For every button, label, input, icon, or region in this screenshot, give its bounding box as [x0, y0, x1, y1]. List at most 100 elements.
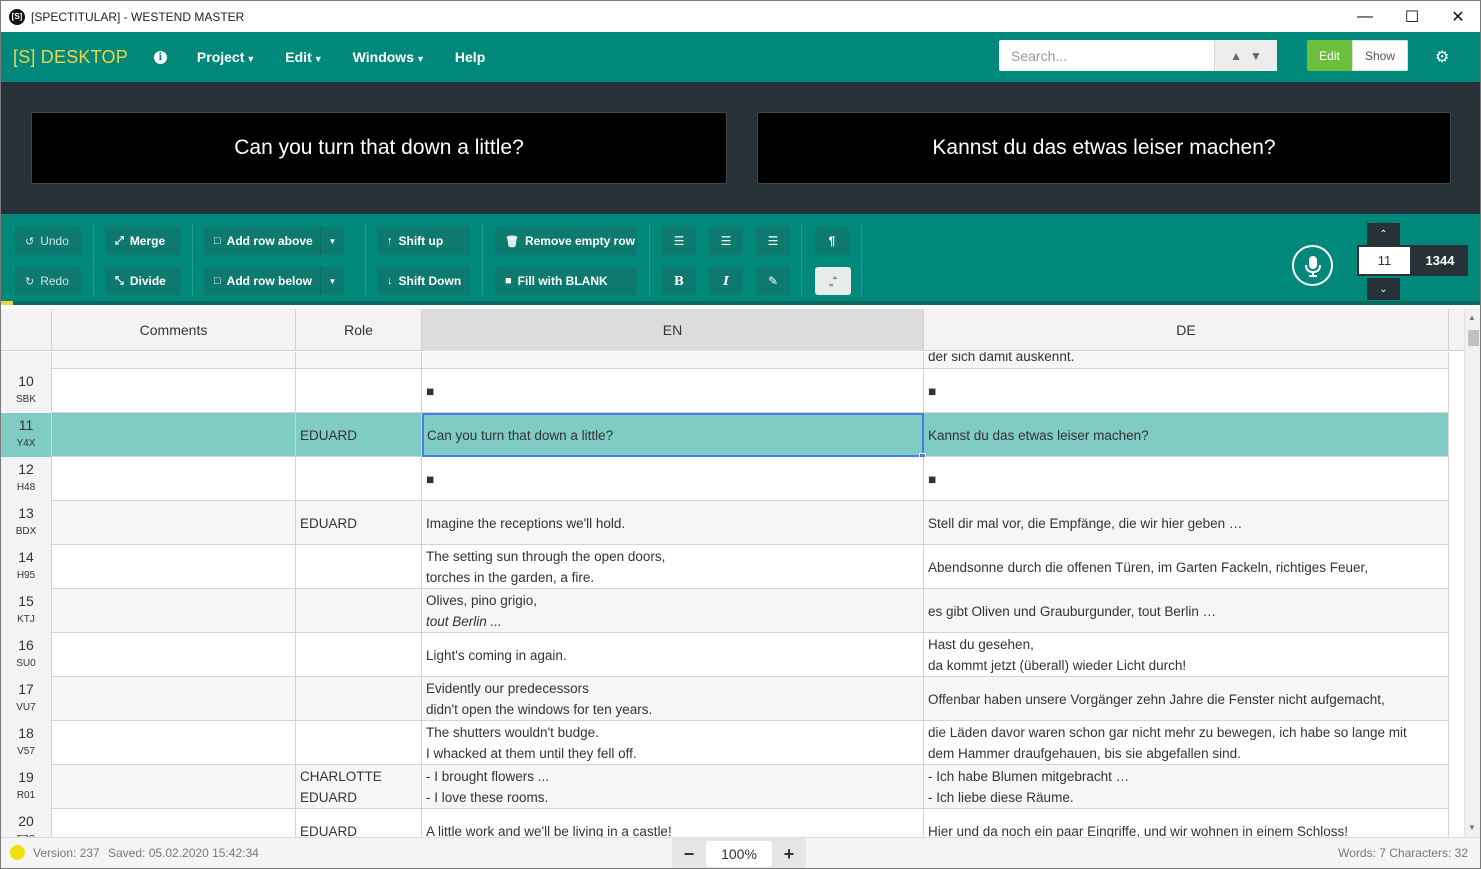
grid-scrollbar[interactable]: ▲ ▼: [1464, 309, 1480, 837]
table-row[interactable]: 19 R01 CHARLOTTE EDUARD - I brought flowers …: [1, 765, 1449, 809]
add-row-above-dropdown[interactable]: ▼: [320, 227, 344, 255]
zoom-value[interactable]: 100%: [706, 841, 772, 867]
de-cell[interactable]: ■: [924, 457, 1449, 501]
de-cell[interactable]: Kannst du das etwas leiser machen?: [924, 413, 1449, 457]
search-input[interactable]: [999, 40, 1214, 71]
menu-edit[interactable]: Edit ▼: [285, 49, 322, 65]
de-cell[interactable]: Stell dir mal vor, die Empfänge, die wir…: [924, 501, 1449, 545]
role-cell[interactable]: [296, 589, 422, 633]
de-cell[interactable]: der sich damit auskennt.: [924, 352, 1449, 369]
align-center-button[interactable]: ☰: [709, 227, 743, 255]
header-en[interactable]: EN: [422, 309, 924, 351]
role-cell[interactable]: [296, 369, 422, 413]
role-cell[interactable]: [296, 545, 422, 589]
undo-button[interactable]: ↺ Undo: [15, 227, 81, 255]
en-cell[interactable]: The shutters wouldn't budge. I whacked at…: [422, 721, 924, 765]
en-cell[interactable]: ■: [422, 369, 924, 413]
table-row[interactable]: 12 H48 ■ ■: [1, 457, 1449, 501]
table-row[interactable]: 11 Y4X EDUARD Can you turn that down a litt…: [1, 413, 1449, 460]
zoom-in-button[interactable]: +: [772, 838, 806, 868]
show-mode-button[interactable]: Show: [1352, 40, 1408, 71]
de-cell[interactable]: Abendsonne durch die offenen Türen, im G…: [924, 545, 1449, 589]
en-cell[interactable]: ■: [422, 457, 924, 501]
gear-icon[interactable]: ⚙: [1435, 47, 1449, 67]
comments-cell[interactable]: [52, 369, 296, 413]
table-row[interactable]: 13 BDX EDUARD Imagine the receptions we'll …: [1, 501, 1449, 545]
de-cell[interactable]: - Ich habe Blumen mitgebracht … - Ich lie…: [924, 765, 1449, 809]
minimize-icon[interactable]: —: [1342, 1, 1388, 32]
comments-cell[interactable]: [52, 721, 296, 765]
en-cell[interactable]: Olives, pino grigio, tout Berlin ...: [422, 589, 924, 633]
role-cell[interactable]: [296, 352, 422, 369]
table-row[interactable]: 10 SBK ■ ■: [1, 369, 1449, 413]
en-cell[interactable]: Light's coming in again.: [422, 633, 924, 677]
shift-down-button[interactable]: ↓ Shift Down: [377, 267, 470, 295]
edit-mode-button[interactable]: Edit: [1307, 40, 1352, 71]
en-cell[interactable]: - I brought flowers ... - I love these ro…: [422, 765, 924, 809]
table-row[interactable]: 18 V57 The shutters wouldn't budge. I whack…: [1, 721, 1449, 765]
quotes-button[interactable]: „“: [815, 267, 851, 295]
merge-button[interactable]: ⤢ Merge: [105, 227, 181, 255]
redo-button[interactable]: ↻ Redo: [15, 267, 81, 295]
role-cell[interactable]: [296, 677, 422, 721]
pencil-button[interactable]: ✎: [756, 267, 790, 295]
de-cell[interactable]: ■: [924, 369, 1449, 413]
maximize-icon[interactable]: ☐: [1389, 1, 1435, 32]
de-cell[interactable]: Hier und da noch ein paar Eingriffe, und…: [924, 809, 1449, 837]
add-row-above-button[interactable]: □ Add row above ▼: [204, 227, 344, 255]
comments-cell[interactable]: [52, 501, 296, 545]
table-row[interactable]: 14 H95 The setting sun through the open do…: [1, 545, 1449, 589]
table-row[interactable]: 15 KTJ Olives, pino grigio, tout Berlin ...…: [1, 589, 1449, 633]
menu-project[interactable]: Project ▼: [197, 49, 255, 65]
scroll-thumb[interactable]: [1468, 330, 1479, 346]
next-row-button[interactable]: ⌄: [1367, 278, 1400, 300]
microphone-button[interactable]: [1292, 245, 1333, 286]
role-cell[interactable]: [296, 721, 422, 765]
add-row-below-button[interactable]: □ Add row below ▼: [204, 267, 344, 295]
comments-cell[interactable]: [52, 809, 296, 837]
scroll-down-icon[interactable]: ▼: [1468, 823, 1476, 832]
bold-button[interactable]: B: [662, 267, 696, 295]
role-cell[interactable]: CHARLOTTE EDUARD: [296, 765, 422, 809]
remove-empty-row-button[interactable]: 🗑 Remove empty row: [495, 227, 637, 255]
comments-cell[interactable]: [52, 589, 296, 633]
brand-logo[interactable]: [S] DESKTOP: [13, 47, 128, 68]
en-cell[interactable]: Evidently our predecessors didn't open th…: [422, 677, 924, 721]
en-cell[interactable]: Can you turn that down a little?: [422, 413, 924, 457]
en-cell[interactable]: A little work and we'll be living in a c…: [422, 809, 924, 837]
role-cell[interactable]: EDUARD: [296, 413, 422, 457]
de-cell[interactable]: Hast du gesehen, da kommt jetzt (überall)…: [924, 633, 1449, 677]
current-row-input[interactable]: 11: [1357, 245, 1412, 276]
info-icon[interactable]: i: [153, 50, 167, 64]
divide-button[interactable]: ⤡ Divide: [105, 267, 181, 295]
comments-cell[interactable]: [52, 413, 296, 457]
de-cell[interactable]: Offenbar haben unsere Vorgänger zehn Jah…: [924, 677, 1449, 721]
search-next-icon[interactable]: ▼: [1250, 49, 1262, 63]
scroll-up-icon[interactable]: ▲: [1468, 313, 1476, 322]
en-cell[interactable]: The setting sun through the open doors, t…: [422, 545, 924, 589]
de-cell[interactable]: es gibt Oliven und Grauburgunder, tout B…: [924, 589, 1449, 633]
italic-button[interactable]: I: [709, 267, 743, 295]
role-cell[interactable]: EDUARD: [296, 501, 422, 545]
comments-cell[interactable]: [52, 765, 296, 809]
en-cell[interactable]: [422, 352, 924, 369]
align-right-button[interactable]: ☰: [756, 227, 790, 255]
header-role[interactable]: Role: [296, 309, 422, 351]
search-prev-icon[interactable]: ▲: [1230, 49, 1242, 63]
header-de[interactable]: DE: [924, 309, 1449, 351]
comments-cell[interactable]: [52, 352, 296, 369]
align-left-button[interactable]: ☰: [662, 227, 696, 255]
add-row-below-dropdown[interactable]: ▼: [320, 267, 344, 295]
comments-cell[interactable]: [52, 457, 296, 501]
de-cell[interactable]: die Läden davor waren schon gar nicht me…: [924, 721, 1449, 765]
table-row[interactable]: 17 VU7 Evidently our predecessors didn't op…: [1, 677, 1449, 721]
prev-row-button[interactable]: ⌃: [1367, 223, 1400, 245]
menu-windows[interactable]: Windows ▼: [353, 49, 425, 65]
header-comments[interactable]: Comments: [52, 309, 296, 351]
menu-help[interactable]: Help: [455, 49, 485, 65]
fill-with-blank-button[interactable]: ■ Fill with BLANK: [495, 267, 637, 295]
table-row[interactable]: 16 SU0 Light's coming in again. Hast du ges…: [1, 633, 1449, 677]
table-row[interactable]: der sich damit auskennt.: [1, 352, 1449, 369]
en-cell[interactable]: Imagine the receptions we'll hold.: [422, 501, 924, 545]
comments-cell[interactable]: [52, 545, 296, 589]
